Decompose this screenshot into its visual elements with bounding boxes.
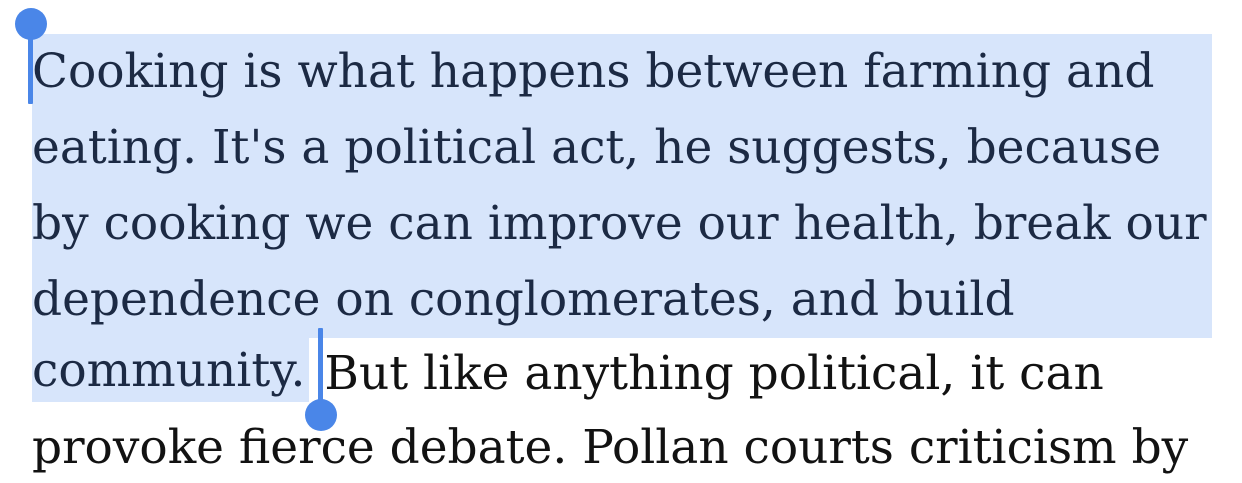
selected-text[interactable]: dependence on conglomerates, and build <box>32 262 1212 338</box>
text-line-6: provoke fierce debate. Pollan courts cri… <box>32 410 1188 483</box>
selected-text[interactable]: eating. It's a political act, he suggest… <box>32 110 1212 186</box>
selection-start-caret <box>28 28 33 104</box>
selected-text[interactable]: Cooking is what happens between farming … <box>32 34 1212 110</box>
unselected-text[interactable]: But like anything political, it can <box>309 346 1103 401</box>
selected-text[interactable]: by cooking we can improve our health, br… <box>32 186 1212 262</box>
unselected-text[interactable]: provoke fierce debate. Pollan courts cri… <box>32 420 1188 475</box>
text-line-2: eating. It's a political act, he suggest… <box>32 110 1212 186</box>
text-line-3: by cooking we can improve our health, br… <box>32 186 1212 262</box>
article-text-view[interactable]: Cooking is what happens between farming … <box>0 0 1242 483</box>
selection-end-caret <box>318 328 323 410</box>
text-line-4: dependence on conglomerates, and build <box>32 262 1212 338</box>
text-line-5: community. But like anything political, … <box>32 336 1104 412</box>
selection-end-handle[interactable] <box>305 399 337 431</box>
text-line-1: Cooking is what happens between farming … <box>32 34 1212 110</box>
selected-text-end[interactable]: community. <box>32 336 310 402</box>
